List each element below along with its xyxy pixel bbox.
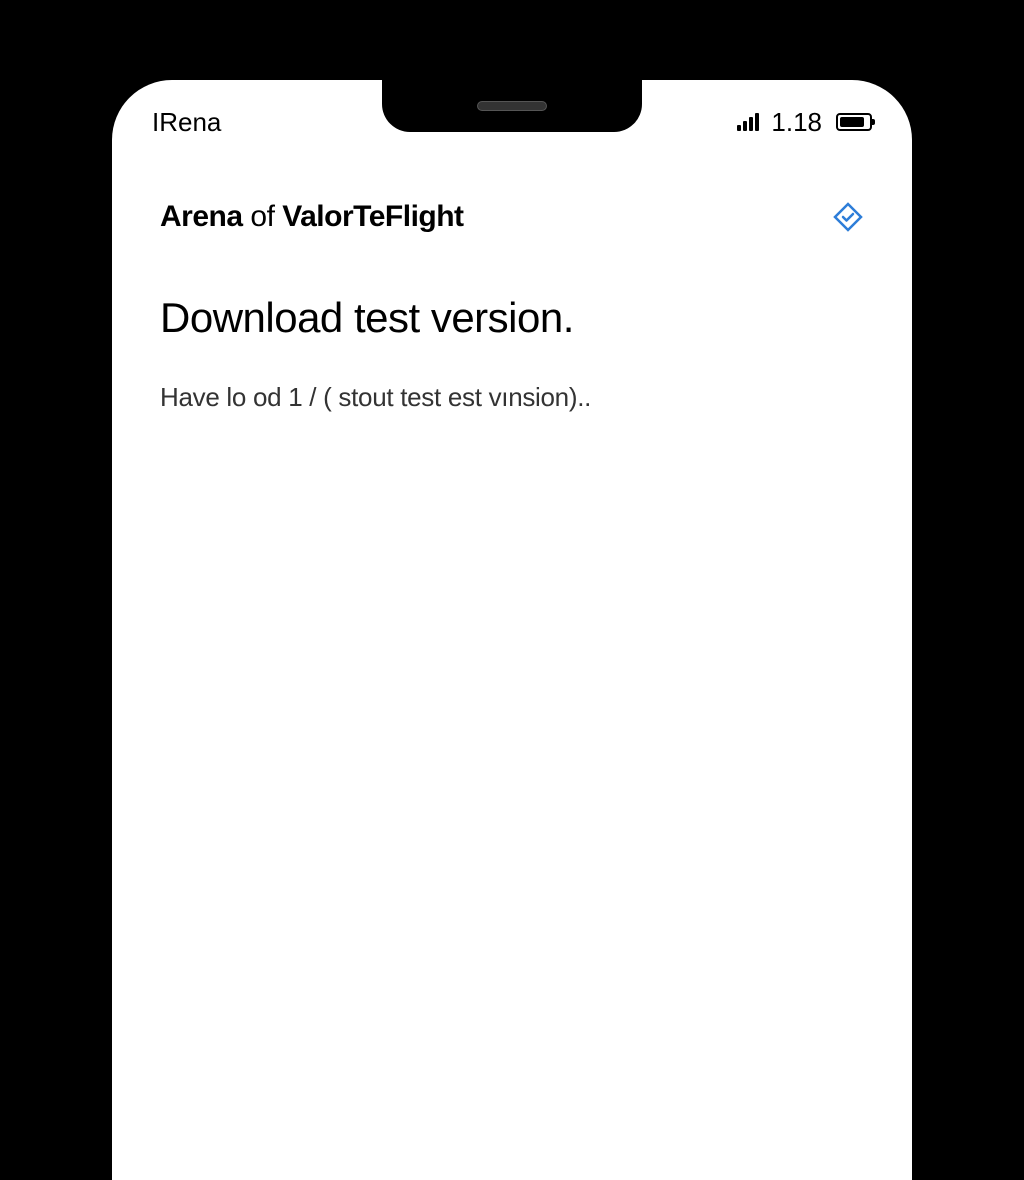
title-part-teflight: TeFlight <box>353 200 463 233</box>
signal-icon <box>737 113 759 131</box>
carrier-label: IRena <box>152 107 221 138</box>
time-label: 1.18 <box>771 107 822 138</box>
title-part-valor: Valor <box>282 200 353 233</box>
header-row: Arena of ValorTeFlight <box>160 200 864 234</box>
page-heading: Download test version. <box>160 294 864 342</box>
page-subtext: Have lo od 1 / ( stout test est vınsion)… <box>160 382 864 413</box>
status-bar: IRena 1.18 <box>112 100 912 144</box>
title-part-of: of <box>243 200 283 233</box>
battery-icon <box>836 113 872 131</box>
status-carrier: IRena <box>152 107 221 138</box>
phone-frame: IRena 1.18 Arena of ValorTeFlight <box>112 80 912 1180</box>
status-right: 1.18 <box>737 107 872 138</box>
title-part-arena: Arena <box>160 200 243 233</box>
diamond-check-icon[interactable] <box>832 201 864 233</box>
app-title: Arena of ValorTeFlight <box>160 200 464 234</box>
